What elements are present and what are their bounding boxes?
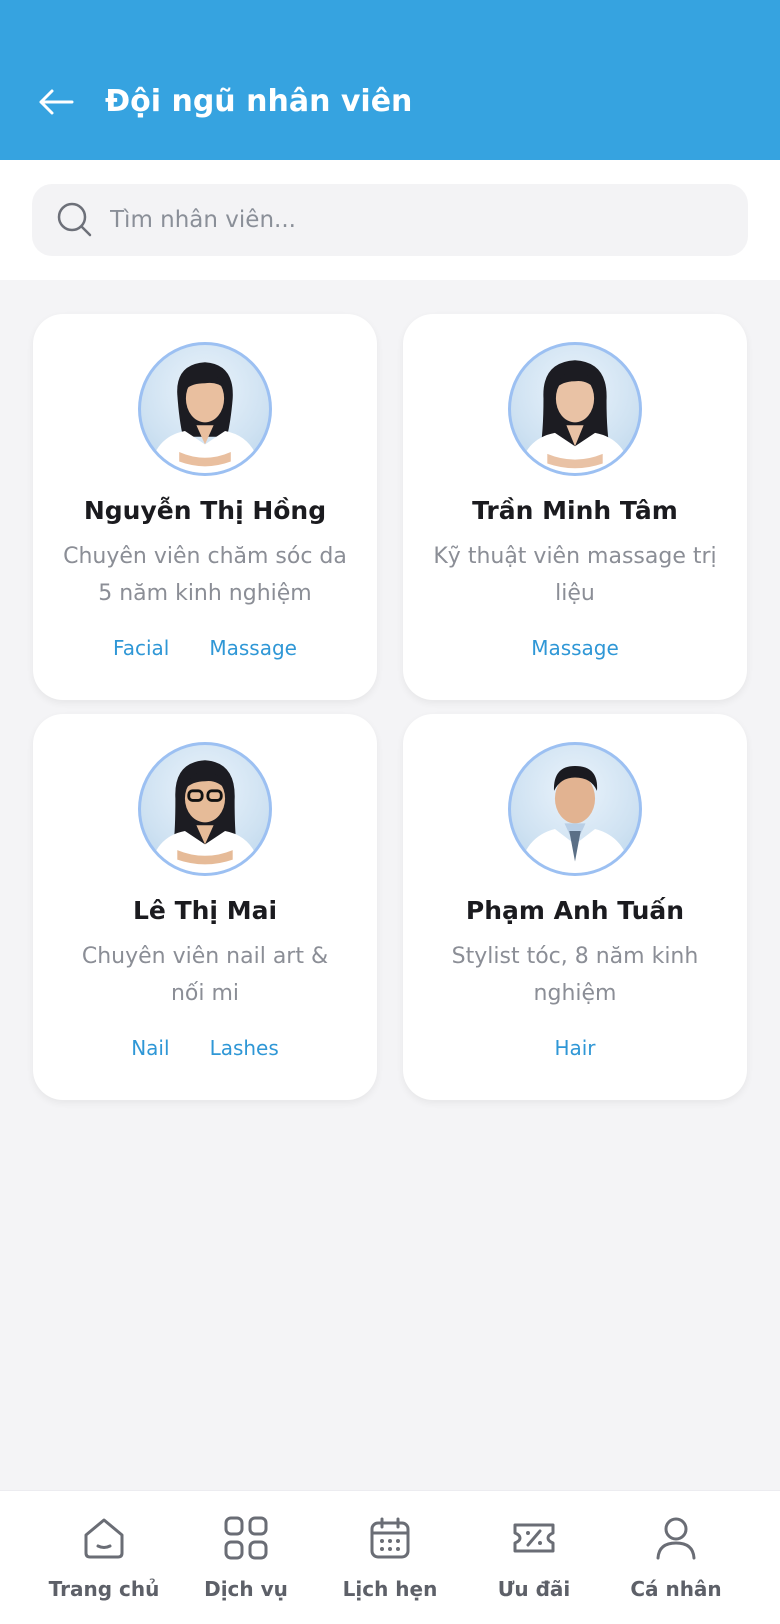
home-icon	[79, 1513, 129, 1563]
nav-label: Ưu đãi	[497, 1577, 571, 1601]
skill-tags: Facial Massage	[33, 636, 377, 660]
skill-tag[interactable]: Lashes	[210, 1036, 279, 1060]
nav-label: Lịch hẹn	[342, 1577, 438, 1601]
skill-tags: Hair	[403, 1036, 747, 1060]
search-icon	[56, 201, 94, 239]
search-box[interactable]	[32, 184, 748, 256]
avatar	[508, 742, 642, 876]
nav-item-services[interactable]: Dịch vụ	[176, 1513, 316, 1613]
page-title: Đội ngũ nhân viên	[105, 84, 413, 119]
skill-tag[interactable]: Nail	[131, 1036, 169, 1060]
nav-item-appointments[interactable]: Lịch hẹn	[320, 1513, 460, 1613]
nav-label: Cá nhân	[630, 1577, 722, 1601]
user-icon	[651, 1513, 701, 1563]
skill-tag[interactable]: Facial	[113, 636, 169, 660]
search-bar	[0, 160, 780, 280]
nav-item-home[interactable]: Trang chủ	[34, 1513, 174, 1613]
staff-role: Kỹ thuật viên massage trị liệu	[433, 544, 717, 606]
nav-label: Dịch vụ	[204, 1577, 288, 1601]
staff-card[interactable]: Nguyễn Thị Hồng Chuyên viên chăm sóc da …	[33, 314, 377, 700]
skill-tag[interactable]: Massage	[531, 636, 619, 660]
skill-tags: Massage	[403, 636, 747, 660]
skill-tag[interactable]: Massage	[209, 636, 297, 660]
grid-icon	[221, 1513, 271, 1563]
staff-name: Trần Minh Tâm	[472, 496, 678, 525]
avatar	[138, 742, 272, 876]
search-input[interactable]	[110, 207, 670, 233]
staff-card[interactable]: Lê Thị Mai Chuyên viên nail art & nối mi…	[33, 714, 377, 1100]
nav-item-offers[interactable]: Ưu đãi	[464, 1513, 604, 1613]
staff-role: Chuyên viên nail art & nối mi	[81, 944, 329, 1006]
back-button[interactable]	[36, 84, 76, 120]
bottom-nav: Trang chủ Dịch vụ Lịch hẹn Ưu đãi Cá nhâ…	[0, 1490, 780, 1624]
calendar-icon	[365, 1513, 415, 1563]
staff-card[interactable]: Trần Minh Tâm Kỹ thuật viên massage trị …	[403, 314, 747, 700]
staff-name: Nguyễn Thị Hồng	[83, 496, 327, 525]
avatar	[138, 342, 272, 476]
staff-name: Phạm Anh Tuấn	[465, 896, 685, 925]
avatar	[508, 342, 642, 476]
ticket-icon	[509, 1513, 559, 1563]
skill-tags: Nail Lashes	[33, 1036, 377, 1060]
skill-tag[interactable]: Hair	[554, 1036, 595, 1060]
nav-item-profile[interactable]: Cá nhân	[606, 1513, 746, 1613]
nav-label: Trang chủ	[48, 1577, 160, 1601]
staff-card[interactable]: Phạm Anh Tuấn Stylist tóc, 8 năm kinh ng…	[403, 714, 747, 1100]
arrow-left-icon	[39, 89, 74, 115]
staff-role: Stylist tóc, 8 năm kinh nghiệm	[451, 944, 699, 1006]
app-header: Đội ngũ nhân viên	[0, 0, 780, 160]
staff-role: Chuyên viên chăm sóc da 5 năm kinh nghiệ…	[63, 544, 347, 606]
staff-name: Lê Thị Mai	[132, 896, 278, 925]
